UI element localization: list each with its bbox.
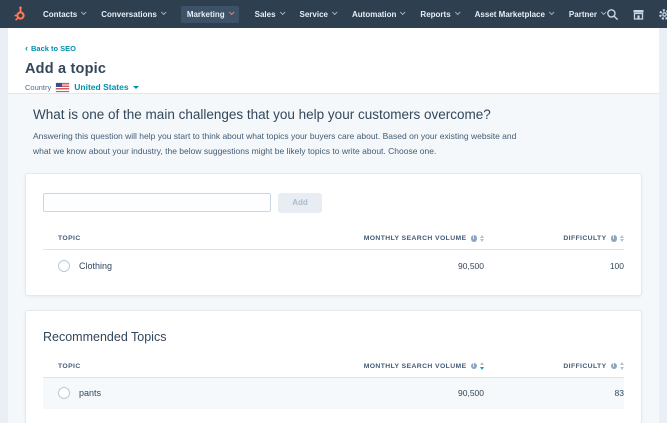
marketplace-icon[interactable] <box>631 7 646 22</box>
search-icon[interactable] <box>605 7 620 22</box>
info-icon[interactable] <box>611 235 618 242</box>
nav-item-label: Service <box>300 10 328 19</box>
nav-utility-icons: 1 <box>605 7 667 22</box>
info-icon[interactable] <box>611 363 618 370</box>
page-title: Add a topic <box>25 61 659 77</box>
column-label: Topic <box>58 363 81 370</box>
nav-item-contacts[interactable]: Contacts <box>43 10 85 19</box>
column-label: Topic <box>58 235 81 242</box>
info-icon[interactable] <box>471 235 478 242</box>
country-selector-row: Country United States <box>25 82 659 92</box>
chevron-down-icon <box>133 86 139 89</box>
nav-item-partner[interactable]: Partner <box>569 10 605 19</box>
column-label: Difficulty <box>563 363 606 370</box>
topic-table: Topic Monthly Search Volume Difficulty C… <box>43 235 624 282</box>
topic-cell: Clothing <box>58 260 324 272</box>
table-header-row: Topic Monthly Search Volume Difficulty <box>43 362 624 378</box>
nav-item-marketing[interactable]: Marketing <box>181 6 239 23</box>
nav-item-automation[interactable]: Automation <box>352 10 404 19</box>
nav-item-reports[interactable]: Reports <box>420 10 458 19</box>
country-dropdown[interactable]: United States <box>74 82 138 92</box>
table-row: pants 90,500 83 <box>43 378 624 409</box>
volume-cell: 90,500 <box>324 388 484 398</box>
table-row: Clothing 90,500 100 <box>43 250 624 281</box>
topic-input[interactable] <box>43 193 271 212</box>
column-label: Monthly Search Volume <box>364 363 467 370</box>
nav-menu: Contacts Conversations Marketing Sales S… <box>43 6 605 23</box>
table-header-row: Topic Monthly Search Volume Difficulty <box>43 235 624 251</box>
radio-button[interactable] <box>58 260 70 272</box>
nav-item-asset-marketplace[interactable]: Asset Marketplace <box>475 10 553 19</box>
volume-cell: 90,500 <box>324 261 484 271</box>
chevron-left-icon: ‹ <box>25 45 28 52</box>
back-link-label: Back to SEO <box>31 44 76 53</box>
nav-item-label: Automation <box>352 10 396 19</box>
topic-name: pants <box>79 388 101 398</box>
chevron-down-icon <box>161 9 167 15</box>
add-topic-card: Add Topic Monthly Search Volume Difficul… <box>25 173 642 297</box>
chevron-down-icon <box>455 9 461 15</box>
column-label: Difficulty <box>563 235 606 242</box>
country-label: Country <box>25 83 51 92</box>
back-to-seo-link[interactable]: ‹ Back to SEO <box>25 44 76 53</box>
chevron-down-icon <box>400 9 406 15</box>
difficulty-cell: 83 <box>484 388 624 398</box>
hubspot-logo-icon[interactable] <box>12 6 29 23</box>
add-button[interactable]: Add <box>278 193 322 213</box>
page-header: ‹ Back to SEO Add a topic Country United… <box>8 28 659 93</box>
column-label: Monthly Search Volume <box>364 235 467 242</box>
add-topic-row: Add <box>43 193 624 213</box>
nav-item-label: Sales <box>255 10 276 19</box>
top-navigation: Contacts Conversations Marketing Sales S… <box>0 0 667 28</box>
column-header-difficulty[interactable]: Difficulty <box>484 235 624 243</box>
nav-item-label: Asset Marketplace <box>475 10 545 19</box>
nav-item-label: Conversations <box>101 10 157 19</box>
chevron-down-icon <box>228 9 234 15</box>
column-header-topic[interactable]: Topic <box>58 235 324 242</box>
column-header-topic[interactable]: Topic <box>58 363 324 370</box>
nav-item-label: Partner <box>569 10 597 19</box>
nav-item-conversations[interactable]: Conversations <box>101 10 165 19</box>
nav-item-sales[interactable]: Sales <box>255 10 284 19</box>
recommended-topics-heading: Recommended Topics <box>43 330 624 344</box>
content-panel: What is one of the main challenges that … <box>8 93 659 423</box>
info-icon[interactable] <box>471 363 478 370</box>
nav-item-label: Reports <box>420 10 450 19</box>
question-description: Answering this question will help you st… <box>33 129 535 159</box>
topic-name: Clothing <box>79 261 112 271</box>
chevron-down-icon <box>81 9 87 15</box>
us-flag-icon <box>56 83 69 92</box>
difficulty-cell: 100 <box>484 261 624 271</box>
topic-cell: pants <box>58 387 324 399</box>
column-header-monthly-search-volume[interactable]: Monthly Search Volume <box>324 362 484 370</box>
nav-item-label: Marketing <box>187 10 225 19</box>
column-header-difficulty[interactable]: Difficulty <box>484 362 624 370</box>
nav-item-service[interactable]: Service <box>300 10 336 19</box>
sort-icon[interactable] <box>620 362 624 370</box>
sort-icon[interactable] <box>620 235 624 243</box>
column-header-monthly-search-volume[interactable]: Monthly Search Volume <box>324 235 484 243</box>
country-value-label: United States <box>74 82 128 92</box>
chevron-down-icon <box>549 9 555 15</box>
question-heading: What is one of the main challenges that … <box>33 107 659 122</box>
recommended-topic-table: Topic Monthly Search Volume Difficulty p… <box>43 362 624 409</box>
chevron-down-icon <box>279 9 285 15</box>
radio-button[interactable] <box>58 387 70 399</box>
nav-item-label: Contacts <box>43 10 77 19</box>
settings-icon[interactable] <box>657 7 667 22</box>
recommended-topics-card: Recommended Topics Topic Monthly Search … <box>25 310 642 423</box>
chevron-down-icon <box>332 9 338 15</box>
